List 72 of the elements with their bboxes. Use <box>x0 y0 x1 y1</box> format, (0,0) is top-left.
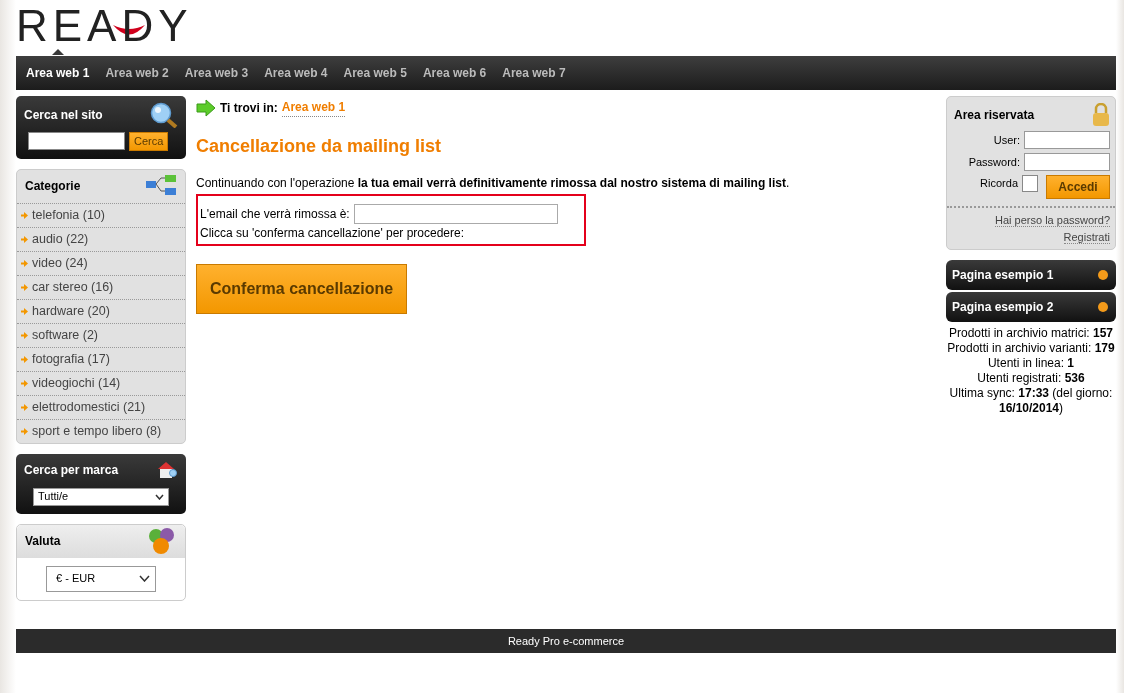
login-button[interactable]: Accedi <box>1046 175 1110 199</box>
dot-icon <box>1098 270 1108 280</box>
stat-text: Ultima sync: 17:33 (del giorno: 16/10/2014) <box>948 386 1114 416</box>
register-link[interactable]: Registrati <box>1063 230 1110 244</box>
search-button[interactable]: Cerca <box>129 132 169 151</box>
category-link[interactable]: sport e tempo libero (8) <box>32 421 162 441</box>
logo: READY <box>16 4 193 48</box>
search-field[interactable] <box>28 132 125 150</box>
bullet-arrow-icon <box>21 235 28 243</box>
page-link[interactable]: Pagina esempio 2 <box>946 292 1116 322</box>
stat-text: Utenti registrati: 536 <box>976 371 1086 386</box>
bullet-arrow-icon <box>21 379 28 387</box>
user-field[interactable] <box>1024 131 1110 149</box>
stat-text: Prodotti in archivio varianti: 179 <box>946 341 1116 356</box>
panel-title: Categorie <box>25 178 81 195</box>
category-link[interactable]: telefonia (10) <box>32 205 105 225</box>
brand-select[interactable]: Tutti/e <box>33 487 169 506</box>
nav-tab[interactable]: Area web 2 <box>97 64 177 82</box>
house-icon <box>156 459 178 480</box>
instruction-text: Clicca su 'conferma cancellazione' per procedere: <box>200 225 466 242</box>
nav-tab[interactable]: Area web 5 <box>335 64 415 82</box>
category-link[interactable]: audio (22) <box>32 229 89 249</box>
nav-tab[interactable]: Area web 6 <box>414 64 495 82</box>
bullet-arrow-icon <box>21 211 28 219</box>
bullet-arrow-icon <box>21 307 28 315</box>
panel-title: Cerca nel sito <box>24 107 103 124</box>
panel-title: Valuta <box>25 533 61 550</box>
page-title: Cancellazione da mailing list <box>196 135 443 158</box>
category-link[interactable]: fotografia (17) <box>32 349 110 369</box>
bullet-arrow-icon <box>21 403 28 411</box>
lost-password-link[interactable]: Hai perso la password? <box>995 214 1110 227</box>
user-label: User: <box>993 132 1020 148</box>
category-link[interactable]: car stereo (16) <box>32 277 114 297</box>
breadcrumb-label: Ti trovi in: <box>220 99 278 117</box>
bullet-arrow-icon <box>21 331 28 339</box>
category-link[interactable]: hardware (20) <box>32 301 110 321</box>
footer-text: Ready Pro e-commerce <box>16 629 1116 653</box>
caret-icon <box>155 493 164 500</box>
coins-icon <box>147 526 177 556</box>
nav-tab[interactable]: Area web 3 <box>176 64 257 82</box>
bullet-arrow-icon <box>21 355 28 363</box>
nav-tab[interactable]: Area web 1 <box>18 64 98 82</box>
password-field[interactable] <box>1024 153 1110 171</box>
remember-checkbox[interactable] <box>1022 175 1038 192</box>
bullet-arrow-icon <box>21 259 28 267</box>
email-label: L'email che verrà rimossa è: <box>200 206 350 223</box>
password-label: Password: <box>968 154 1020 170</box>
category-link[interactable]: video (24) <box>32 253 88 273</box>
caret-icon <box>139 575 150 582</box>
category-link[interactable]: elettrodomestici (21) <box>32 397 146 417</box>
padlock-icon <box>1092 103 1110 127</box>
dot-icon <box>1098 302 1108 312</box>
bullet-arrow-icon <box>21 427 28 435</box>
email-field[interactable] <box>353 204 558 224</box>
tab-pointer-icon <box>52 49 64 55</box>
stat-text: Prodotti in archivio matrici: 157 <box>947 326 1115 341</box>
confirm-button[interactable]: Conferma cancellazione <box>196 264 408 314</box>
panel-title: Cerca per marca <box>24 461 119 479</box>
bullet-arrow-icon <box>21 283 28 291</box>
intro-text: Continuando con l'operazione la tua email verrà definitivamente rimossa dal nostro sistema di mailing list. <box>196 175 791 192</box>
page-link[interactable]: Pagina esempio 1 <box>946 260 1116 290</box>
arrow-icon <box>196 98 216 117</box>
tree-icon <box>145 174 177 198</box>
panel-title: Area riservata <box>954 107 1035 124</box>
magnifier-icon <box>150 102 178 128</box>
currency-select[interactable]: € - EUR <box>46 565 156 592</box>
category-link[interactable]: software (2) <box>32 325 98 345</box>
remember-label: Ricorda <box>980 176 1018 191</box>
category-link[interactable]: videogiochi (14) <box>32 373 121 393</box>
nav-tab[interactable]: Area web 4 <box>256 64 336 82</box>
nav-tab[interactable]: Area web 7 <box>494 64 574 82</box>
stat-text: Utenti in linea: 1 <box>986 356 1076 371</box>
